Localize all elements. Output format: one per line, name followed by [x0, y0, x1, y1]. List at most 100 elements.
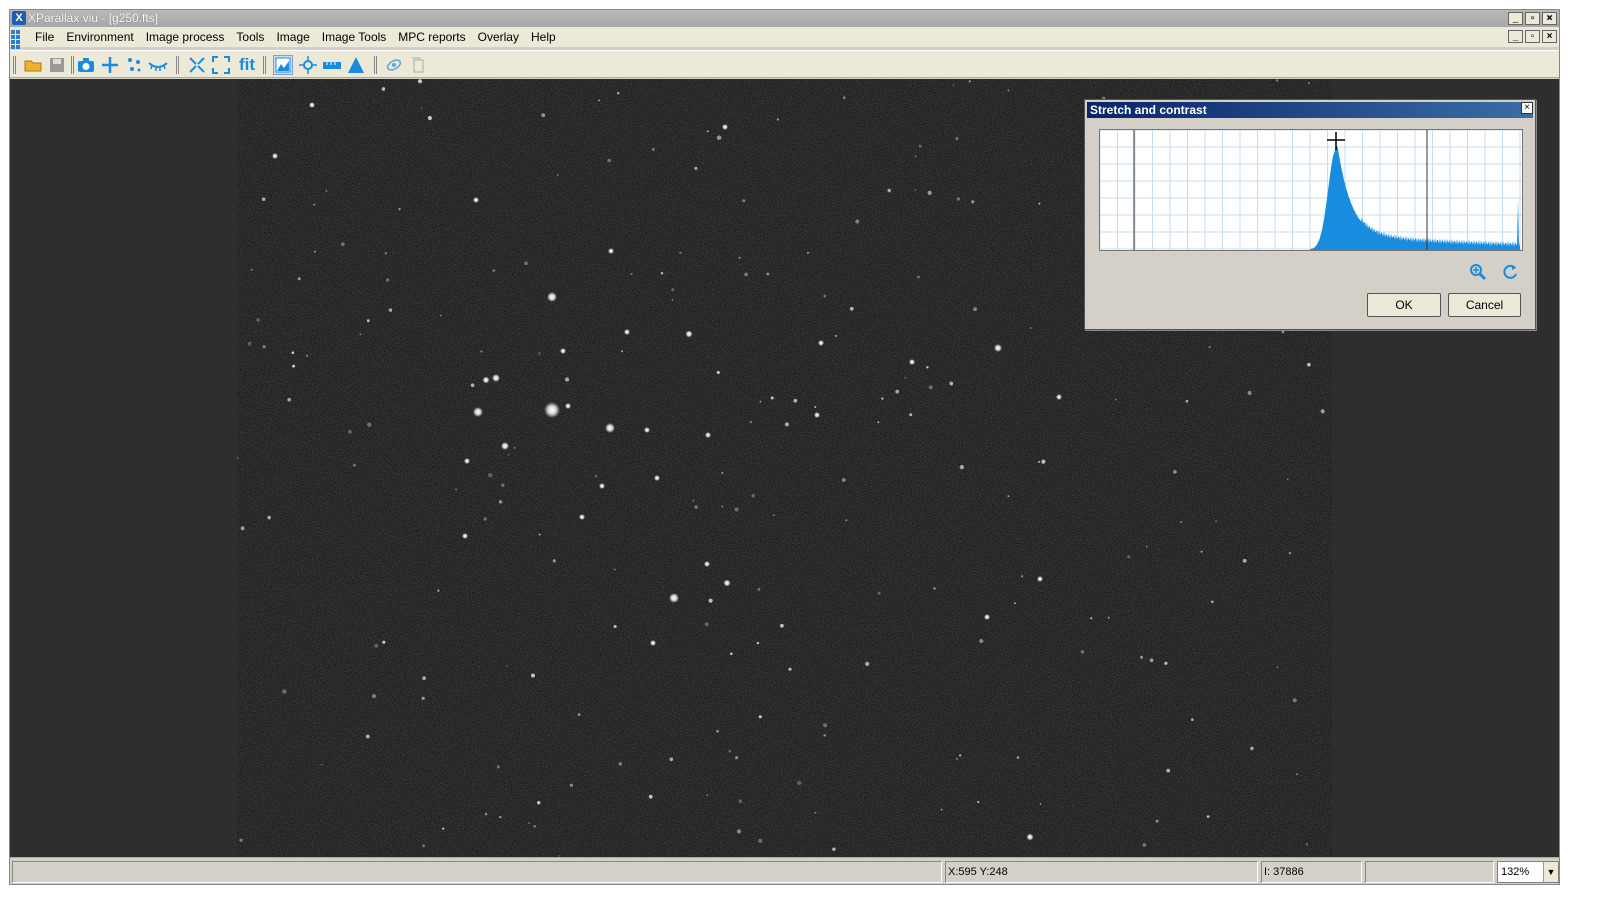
faint-star — [1208, 345, 1211, 349]
faint-star — [422, 676, 426, 680]
faint-star — [1276, 666, 1279, 669]
faint-star — [1281, 330, 1285, 334]
faint-star — [971, 200, 975, 204]
faint-star — [352, 463, 356, 467]
faint-star — [1292, 698, 1297, 703]
menu-help[interactable]: Help — [525, 27, 562, 47]
shrink-icon[interactable] — [187, 55, 207, 75]
faint-star — [940, 808, 943, 811]
faint-star — [1090, 617, 1093, 620]
app-logo-icon: X — [12, 11, 26, 25]
faint-star — [909, 413, 913, 417]
minimize-icon[interactable]: _ — [1508, 12, 1523, 25]
faint-star — [766, 272, 770, 276]
toolbar-grip-2 — [71, 56, 74, 74]
faint-star — [524, 261, 528, 265]
faint-star — [1140, 655, 1144, 659]
reset-icon[interactable] — [1501, 263, 1519, 281]
faint-star — [1320, 409, 1325, 414]
faint-star — [959, 754, 962, 757]
ok-button[interactable]: OK — [1367, 293, 1441, 317]
faint-star — [832, 847, 836, 851]
faint-star — [359, 333, 362, 336]
center-icon[interactable] — [298, 55, 318, 75]
faint-star — [694, 166, 698, 170]
faint-star — [287, 397, 291, 402]
menu-environment[interactable]: Environment — [60, 27, 139, 47]
menu-file[interactable]: File — [29, 27, 60, 47]
mdi-child-icon[interactable] — [11, 30, 25, 54]
star — [1037, 576, 1043, 582]
fit-button[interactable]: fit — [235, 55, 259, 75]
histogram[interactable] — [1099, 129, 1523, 251]
faint-star — [1215, 520, 1217, 523]
faint-star — [1155, 819, 1159, 823]
dialog-title: Stretch and contrast — [1087, 102, 1533, 118]
open-icon[interactable] — [23, 55, 43, 75]
child-restore-icon[interactable]: ▫ — [1525, 30, 1540, 43]
faint-star — [1145, 545, 1148, 548]
faint-star — [607, 158, 611, 163]
faint-star — [1149, 658, 1154, 663]
faint-star — [382, 640, 386, 644]
faint-star — [706, 130, 709, 133]
faint-star — [1286, 478, 1289, 481]
toolbar-grip[interactable] — [13, 56, 16, 74]
expand-icon[interactable] — [211, 55, 231, 75]
chevron-down-icon[interactable]: ▼ — [1543, 862, 1558, 882]
faint-star — [501, 483, 505, 487]
faint-star — [877, 421, 880, 424]
faint-star — [721, 505, 723, 508]
cancel-button[interactable]: Cancel — [1448, 293, 1521, 317]
faint-star — [973, 307, 977, 312]
restore-icon[interactable]: ▫ — [1525, 12, 1540, 25]
menu-mpc-reports[interactable]: MPC reports — [392, 27, 471, 47]
histogram-icon[interactable] — [273, 55, 293, 75]
faint-star — [262, 345, 266, 349]
faint-star — [797, 780, 802, 786]
star-detect-icon[interactable] — [124, 55, 144, 75]
zoom-in-icon[interactable] — [1469, 263, 1487, 281]
child-close-icon[interactable]: × — [1542, 30, 1557, 43]
faint-star — [374, 643, 379, 648]
faint-star — [480, 350, 483, 353]
faint-star — [261, 197, 266, 201]
faint-star — [738, 256, 741, 259]
faint-star — [933, 587, 936, 590]
toolbar-grip-3 — [176, 56, 179, 74]
faint-star — [291, 351, 295, 355]
zoom-select[interactable]: 132% ▼ — [1497, 861, 1559, 883]
faint-star — [297, 277, 301, 281]
star — [599, 483, 605, 489]
faint-star — [595, 475, 597, 477]
faint-star — [1307, 362, 1311, 367]
faint-star — [651, 147, 655, 151]
menu-image-process[interactable]: Image process — [140, 27, 231, 47]
crosshair-icon[interactable] — [100, 55, 120, 75]
save-icon[interactable] — [47, 55, 67, 75]
star — [501, 442, 509, 450]
menu-overlay[interactable]: Overlay — [472, 27, 525, 47]
menu-image-tools[interactable]: Image Tools — [316, 27, 392, 47]
faint-star — [483, 517, 487, 521]
faint-star — [513, 447, 516, 449]
faint-star — [630, 272, 633, 276]
faint-star — [949, 381, 954, 386]
profile-icon[interactable] — [346, 55, 366, 75]
close-icon[interactable]: × — [1542, 12, 1557, 25]
blink-icon[interactable] — [148, 55, 168, 75]
faint-star — [952, 84, 955, 86]
camera-icon[interactable] — [76, 55, 96, 75]
faint-star — [1305, 843, 1309, 846]
faint-star — [385, 278, 390, 282]
child-minimize-icon[interactable]: _ — [1508, 30, 1523, 43]
menu-image[interactable]: Image — [270, 27, 315, 47]
menu-tools[interactable]: Tools — [230, 27, 270, 47]
faint-star — [1016, 756, 1020, 759]
zoom-value: 132% — [1501, 866, 1530, 878]
ruler-icon[interactable] — [322, 55, 342, 75]
dialog-close-icon[interactable]: × — [1521, 102, 1533, 114]
faint-star — [1007, 89, 1010, 92]
orbit-icon[interactable] — [384, 55, 404, 75]
copy-icon[interactable] — [408, 55, 428, 75]
